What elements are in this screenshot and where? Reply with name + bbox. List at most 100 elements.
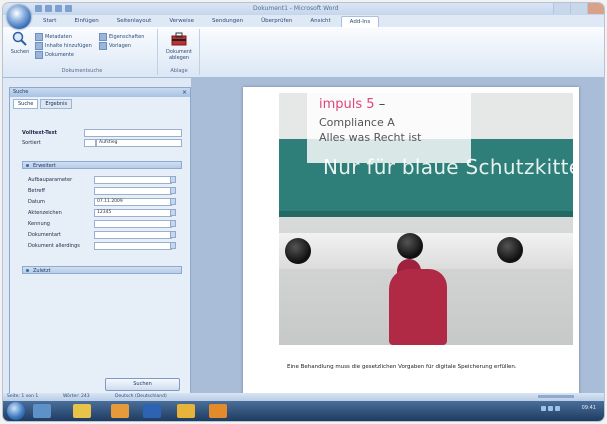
status-page[interactable]: Seite: 1 von 1 — [7, 394, 38, 399]
dropdown-icon[interactable] — [170, 231, 176, 238]
hook-knob — [397, 233, 423, 259]
sort-select[interactable]: Aufstieg — [96, 139, 182, 147]
undo-icon[interactable] — [45, 5, 52, 12]
search-submit-button[interactable]: Suchen — [105, 378, 180, 391]
hook-knob — [497, 237, 523, 263]
metadata-label: Metadaten — [45, 34, 72, 40]
window-controls — [553, 3, 604, 14]
field-row: Aufbauparameter — [28, 176, 178, 184]
quick-access-toolbar — [35, 5, 72, 13]
section-advanced[interactable]: Erweitert — [22, 161, 182, 169]
window-title: Dokument1 - Microsoft Word — [253, 5, 339, 12]
add-content-button[interactable]: Inhalte hinzufügen — [35, 42, 92, 50]
ie-taskbar-icon[interactable] — [33, 404, 51, 418]
search-button-label: Suchen — [10, 49, 30, 55]
field-input[interactable]: 07.11.2009 — [94, 198, 172, 206]
flag-icon[interactable] — [555, 406, 560, 411]
tab-start[interactable]: Start — [35, 16, 64, 27]
system-tray — [541, 406, 560, 411]
title-bar: Dokument1 - Microsoft Word — [3, 3, 604, 15]
word-taskbar-icon[interactable] — [143, 404, 161, 418]
fulltext-input[interactable] — [84, 129, 182, 137]
sort-label: Sortiert — [22, 140, 41, 146]
field-label: Dokument allerdings — [28, 243, 80, 249]
metadata-button[interactable]: Metadaten — [35, 33, 72, 41]
sort-checkbox[interactable] — [84, 139, 96, 147]
ribbon: Suchen Metadaten Inhalte hinzufügen Doku… — [3, 27, 604, 78]
explorer-taskbar-icon[interactable] — [73, 404, 91, 418]
dropdown-icon[interactable] — [170, 176, 176, 183]
field-label: Aktenzeichen — [28, 210, 62, 216]
close-button[interactable] — [587, 3, 604, 14]
status-bar: Seite: 1 von 1 Wörter: 243 Deutsch (Deut… — [3, 393, 604, 401]
volume-icon[interactable] — [548, 406, 553, 411]
subtitle-line-2: Alles was Recht ist — [319, 131, 422, 144]
clock[interactable]: 09:41 — [582, 405, 596, 411]
search-button[interactable]: Suchen — [9, 31, 31, 55]
templates-button[interactable]: Vorlagen — [99, 42, 131, 50]
zoom-slider[interactable] — [538, 395, 574, 398]
maximize-button[interactable] — [570, 3, 587, 14]
ribbon-group-storage: Dokument ablegen Ablage — [159, 29, 200, 75]
tab-references[interactable]: Verweise — [161, 16, 202, 27]
app-taskbar-icon[interactable] — [209, 404, 227, 418]
save-icon[interactable] — [35, 5, 42, 12]
field-input[interactable] — [94, 231, 172, 239]
word-window: Dokument1 - Microsoft Word Start Einfüge… — [3, 3, 604, 421]
add-content-icon — [35, 42, 43, 50]
field-label: Dokumentart — [28, 232, 61, 238]
impuls-word: impuls 5 — [319, 97, 375, 112]
calendar-icon[interactable] — [170, 198, 176, 205]
status-words[interactable]: Wörter: 243 — [63, 394, 90, 399]
dropdown-icon[interactable] — [170, 242, 176, 249]
field-row: Dokumentart — [28, 231, 178, 239]
dropdown-icon[interactable] — [170, 187, 176, 194]
tab-layout[interactable]: Seitenlayout — [109, 16, 160, 27]
field-row: Aktenzeichen 12345 — [28, 209, 178, 217]
document-page[interactable]: Nur für blaue Schutzkittel impuls 5 – Co… — [243, 87, 579, 397]
field-input[interactable] — [94, 242, 172, 250]
properties-icon — [99, 33, 107, 41]
field-label: Betreff — [28, 188, 45, 194]
media-taskbar-icon[interactable] — [111, 404, 129, 418]
field-input[interactable] — [94, 220, 172, 228]
redo-icon[interactable] — [55, 5, 62, 12]
tab-view[interactable]: Ansicht — [302, 16, 338, 27]
tab-mailings[interactable]: Sendungen — [204, 16, 251, 27]
start-button[interactable] — [7, 402, 25, 420]
ribbon-group-label: Ablage — [170, 68, 188, 74]
search-icon — [12, 31, 28, 47]
file-document-button[interactable]: Dokument ablegen — [161, 31, 197, 61]
field-input[interactable]: 12345 — [94, 209, 172, 217]
office-button[interactable] — [7, 5, 31, 29]
documents-icon — [35, 51, 43, 59]
dropdown-icon[interactable] — [170, 220, 176, 227]
properties-button[interactable]: Eigenschaften — [99, 33, 144, 41]
documents-button[interactable]: Dokumente — [35, 51, 74, 59]
add-content-label: Inhalte hinzufügen — [45, 43, 92, 49]
field-row: Kennung — [28, 220, 178, 228]
minimize-button[interactable] — [553, 3, 570, 14]
impuls-dash: – — [374, 97, 386, 112]
close-icon[interactable]: × — [182, 88, 187, 97]
dropdown-icon[interactable] — [170, 209, 176, 216]
pane-tab-search[interactable]: Suche — [13, 99, 39, 109]
field-input[interactable] — [94, 176, 172, 184]
ribbon-group-label: Dokumentsuche — [61, 68, 103, 74]
pane-tab-results[interactable]: Ergebnis — [40, 99, 73, 109]
pane-header: Suche × — [10, 88, 190, 97]
pane-title: Suche — [13, 89, 29, 95]
tab-review[interactable]: Überprüfen — [253, 16, 300, 27]
documents-label: Dokumente — [45, 52, 74, 58]
section-recent[interactable]: Zuletzt — [22, 266, 182, 274]
status-language[interactable]: Deutsch (Deutschland) — [115, 394, 167, 399]
tab-insert[interactable]: Einfügen — [66, 16, 106, 27]
print-icon[interactable] — [65, 5, 72, 12]
red-coat — [389, 269, 447, 345]
network-icon[interactable] — [541, 406, 546, 411]
document-area: Nur für blaue Schutzkittel impuls 5 – Co… — [191, 77, 604, 397]
field-row: Betreff — [28, 187, 178, 195]
field-input[interactable] — [94, 187, 172, 195]
folder-taskbar-icon[interactable] — [177, 404, 195, 418]
fulltext-label: Volltext-Text — [22, 130, 57, 136]
